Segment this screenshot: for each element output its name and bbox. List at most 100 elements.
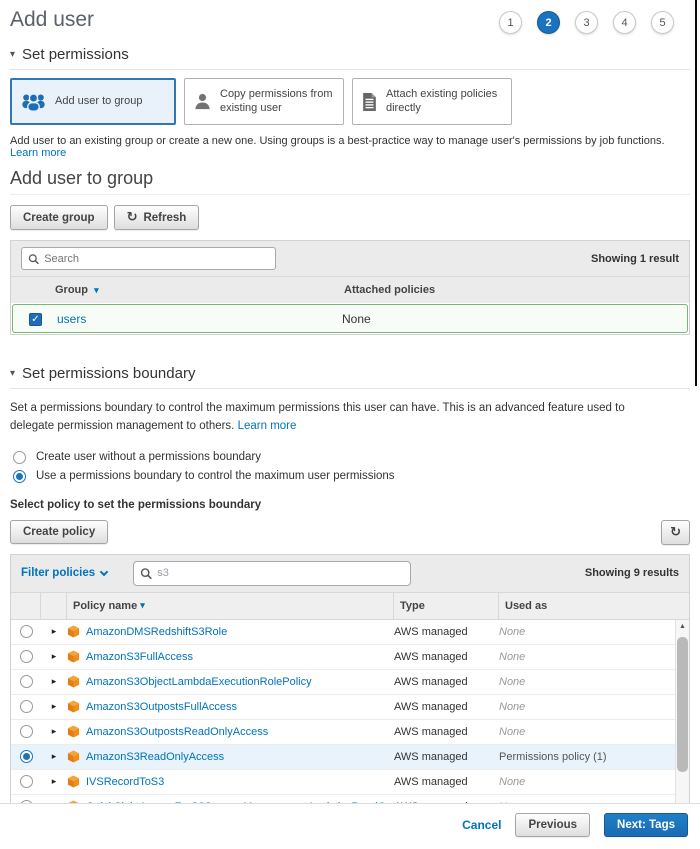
policy-type: AWS managed [394,676,499,688]
expand-arrow-icon[interactable]: ▸ [41,676,67,687]
policy-row[interactable]: ▸ AmazonS3FullAccess AWS managed None [11,645,689,670]
scroll-up-icon[interactable]: ▲ [679,623,686,630]
group-checkbox[interactable]: ✓ [29,313,42,326]
create-policy-button[interactable]: Create policy [10,520,108,544]
policy-row[interactable]: ▸ AmazonS3OutpostsFullAccess AWS managed… [11,695,689,720]
learn-more-link[interactable]: Learn more [238,420,297,432]
group-actions: Create group ↻ Refresh [10,205,690,230]
radio-button[interactable] [13,470,26,483]
policy-row[interactable]: ▸ AmazonDMSRedshiftS3Role AWS managed No… [11,620,689,645]
used-as-column-header: Used as [499,593,689,619]
radio-option-no-boundary[interactable]: Create user without a permissions bounda… [10,448,690,467]
scrollbar-thumb[interactable] [677,637,688,772]
expand-arrow-icon[interactable]: ▸ [41,626,67,637]
create-group-button[interactable]: Create group [10,205,108,230]
policy-row[interactable]: ▸ IVSRecordToS3 AWS managed None [11,770,689,795]
policy-radio[interactable] [20,775,33,788]
boundary-description-text: Set a permissions boundary to control th… [10,402,625,432]
card-attach-policies[interactable]: Attach existing policies directly [352,78,512,125]
policy-radio[interactable] [20,750,33,763]
policy-name-link[interactable]: AmazonS3OutpostsFullAccess [86,701,237,713]
group-name-cell: users [57,312,342,326]
attached-policies-column-header: Attached policies [344,284,689,296]
previous-button[interactable]: Previous [515,813,590,837]
group-row-users[interactable]: ✓ users None [12,304,688,333]
policy-cube-icon [67,750,80,763]
expand-column-header [41,593,67,619]
policy-name-link[interactable]: AmazonS3ObjectLambdaExecutionRolePolicy [86,676,312,688]
expand-arrow-icon[interactable]: ▸ [41,751,67,762]
group-intro-text: Add user to an existing group or create … [10,135,690,159]
search-icon [28,253,39,265]
group-table-toolbar: Showing 1 result [11,241,689,276]
policy-used-as: None [499,776,689,788]
policy-row[interactable]: ▸ AmazonS3OutpostsReadOnlyAccess AWS man… [11,720,689,745]
policy-row[interactable]: ▸ AmazonS3ObjectLambdaExecutionRolePolic… [11,670,689,695]
policy-radio[interactable] [20,625,33,638]
policy-refresh-button[interactable]: ↻ [661,520,690,545]
step-indicator-1: 1 [499,11,522,34]
page-title: Add user [10,8,94,32]
cancel-link[interactable]: Cancel [462,818,501,832]
policy-search-box[interactable] [133,561,411,586]
step-indicator-2: 2 [537,11,560,34]
policy-search-input[interactable] [157,567,404,579]
refresh-icon: ↻ [670,526,681,539]
attached-policies-cell: None [342,312,687,326]
group-column-header[interactable]: Group ▾ [55,284,344,296]
radio-button[interactable] [13,451,26,464]
page-header: Add user 1 2 3 4 5 [10,8,690,34]
group-search-input[interactable] [44,253,269,265]
step-indicator-3: 3 [575,11,598,34]
add-user-page: Add user 1 2 3 4 5 ▾ Set permissions [0,0,700,821]
policy-used-as: None [499,676,689,688]
card-label: Attach existing policies directly [386,88,503,116]
permissions-boundary-section-header[interactable]: ▾ Set permissions boundary [10,365,690,382]
wizard-footer: Cancel Previous Next: Tags [0,803,700,849]
group-table-header: Group ▾ Attached policies [11,276,689,303]
group-name-link[interactable]: users [57,312,86,326]
next-tags-button[interactable]: Next: Tags [604,813,688,837]
learn-more-link[interactable]: Learn more [10,147,66,159]
filter-policies-dropdown[interactable]: Filter policies [21,567,107,579]
group-table: Showing 1 result Group ▾ Attached polici… [10,240,690,335]
expand-arrow-icon[interactable]: ▸ [41,776,67,787]
policy-radio[interactable] [20,650,33,663]
card-copy-permissions[interactable]: Copy permissions from existing user [184,78,344,125]
expand-arrow-icon[interactable]: ▸ [41,651,67,662]
policy-row-selected[interactable]: ▸ AmazonS3ReadOnlyAccess AWS managed Per… [11,745,689,770]
group-column-label: Group [55,284,88,296]
policy-actions: Create policy ↻ [10,520,690,545]
checkbox-cell: ✓ [13,311,57,327]
card-label: Add user to group [55,95,142,109]
user-icon [193,92,212,111]
policy-cube-icon [67,775,80,788]
policy-radio[interactable] [20,700,33,713]
caret-down-icon: ▾ [10,369,15,379]
policy-table-header: Policy name ▾ Type Used as [11,592,689,620]
policy-radio[interactable] [20,675,33,688]
policy-radio[interactable] [20,725,33,738]
set-permissions-heading: Set permissions [22,46,129,63]
policy-name-link[interactable]: AmazonS3FullAccess [86,651,193,663]
radio-option-use-boundary[interactable]: Use a permissions boundary to control th… [10,467,690,486]
expand-arrow-icon[interactable]: ▸ [41,726,67,737]
policy-name-link[interactable]: IVSRecordToS3 [86,776,164,788]
policy-name-column-header[interactable]: Policy name ▾ [67,593,394,619]
group-search-box[interactable] [21,247,276,270]
set-permissions-section-header[interactable]: ▾ Set permissions [10,46,690,63]
type-column-header: Type [394,593,499,619]
table-scrollbar[interactable]: ▲ ▼ [675,620,689,820]
boundary-options: Create user without a permissions bounda… [10,448,690,486]
expand-arrow-icon[interactable]: ▸ [41,701,67,712]
policy-rows: ▸ AmazonDMSRedshiftS3Role AWS managed No… [11,620,689,820]
policy-name-link[interactable]: AmazonS3OutpostsReadOnlyAccess [86,726,268,738]
card-add-user-to-group[interactable]: Add user to group [10,78,176,125]
policy-name-link[interactable]: AmazonDMSRedshiftS3Role [86,626,227,638]
policy-used-as: None [499,626,689,638]
policy-name-link[interactable]: AmazonS3ReadOnlyAccess [86,751,224,763]
refresh-button[interactable]: ↻ Refresh [114,205,200,230]
add-user-to-group-heading: Add user to group [10,168,690,195]
permission-option-cards: Add user to group Copy permissions from … [10,78,690,125]
policy-type: AWS managed [394,776,499,788]
